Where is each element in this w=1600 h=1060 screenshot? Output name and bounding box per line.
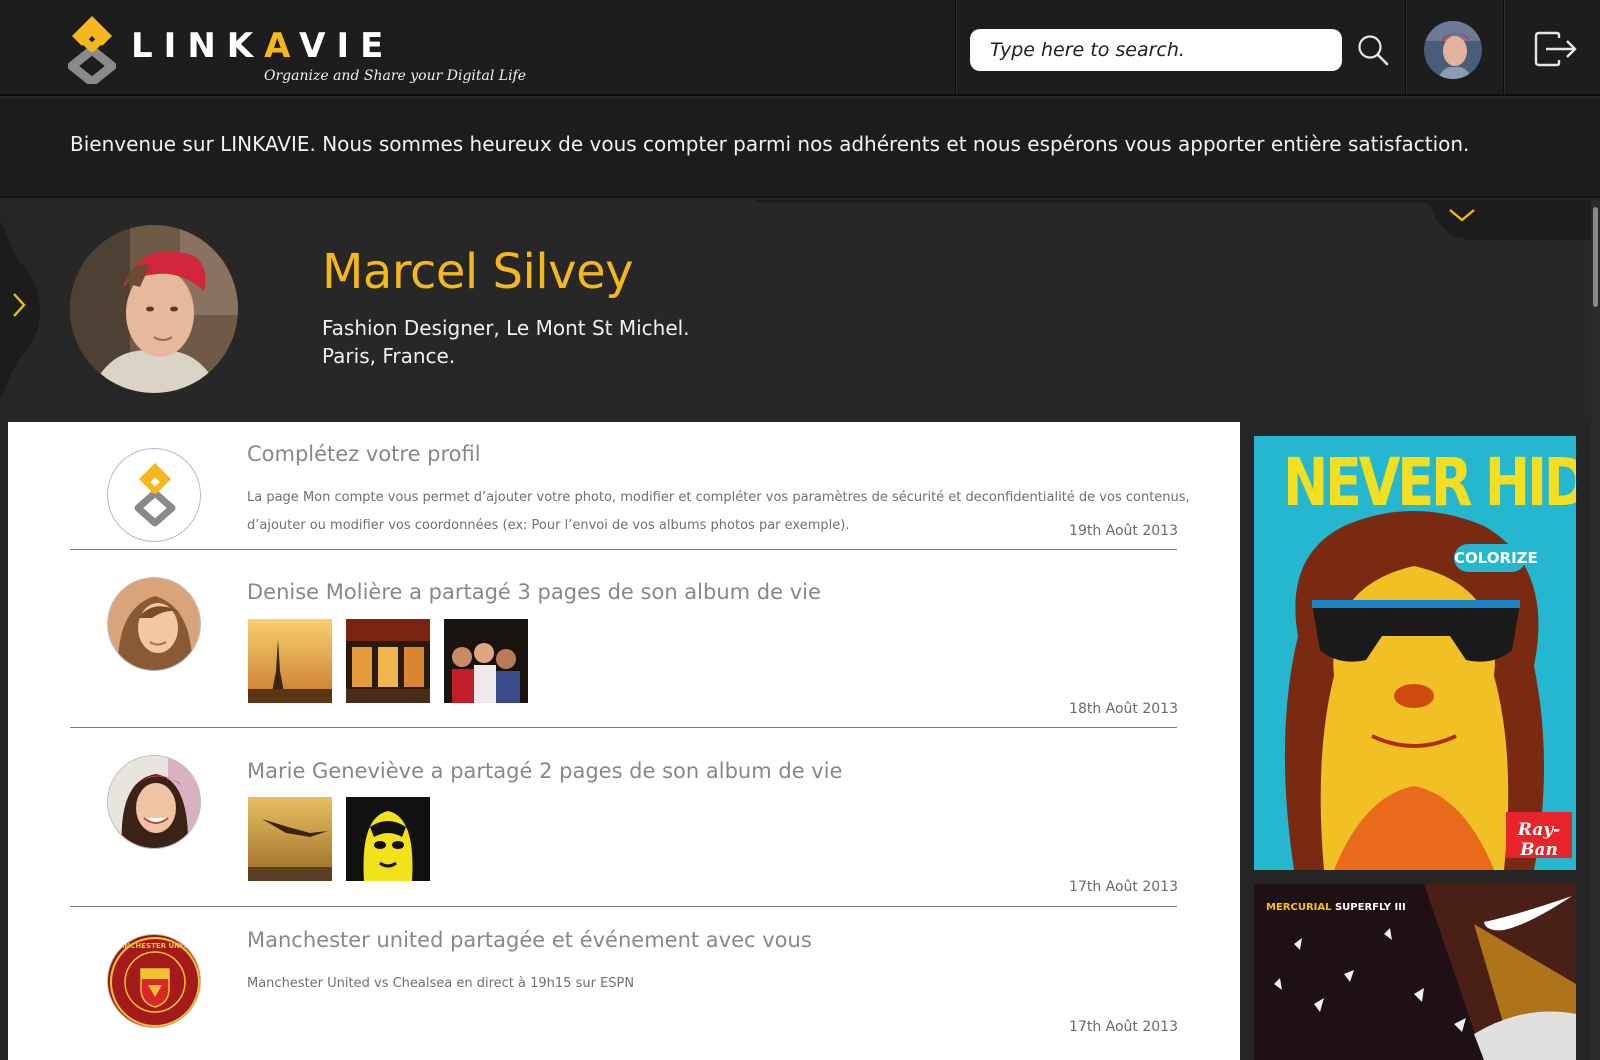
album-thumbnail-cafe[interactable] <box>346 619 430 703</box>
brand-name: LINKAVIE <box>131 26 395 66</box>
search-icon[interactable] <box>1355 32 1391 68</box>
chevron-down-icon[interactable] <box>1430 200 1494 240</box>
top-divider <box>1405 0 1407 94</box>
profile-occupation: Fashion Designer, Le Mont St Michel. <box>322 316 690 340</box>
top-bar: LINKAVIE Organize and Share your Digital… <box>0 0 1600 96</box>
scrollbar-thumb[interactable] <box>1593 207 1598 307</box>
sidebar-toggle[interactable] <box>0 220 42 400</box>
feed-item-title: Complétez votre profil <box>247 442 481 466</box>
linkavie-logo[interactable]: LINKAVIE Organize and Share your Digital… <box>68 12 526 92</box>
top-divider <box>1503 0 1505 94</box>
scrollbar-track <box>1591 200 1600 1060</box>
profile-name: Marcel Silvey <box>322 244 634 300</box>
welcome-banner: Bienvenue sur LINKAVIE. Nous sommes heur… <box>0 98 1600 198</box>
feed-divider <box>70 727 1177 728</box>
feed-item-body: Manchester United vs Chealsea en direct … <box>247 976 635 991</box>
ad-column: NEVER HIDE COLORIZE Ray-Ban MERCURIAL SU… <box>1240 422 1591 1060</box>
search-input[interactable] <box>990 39 1322 61</box>
brand-tagline: Organize and Share your Digital Life <box>264 68 527 84</box>
activity-feed: Complétez votre profil La page Mon compt… <box>8 422 1240 1060</box>
ad-rayban[interactable]: NEVER HIDE COLORIZE Ray-Ban <box>1254 436 1576 870</box>
ad-title: MERCURIAL SUPERFLY III <box>1266 902 1406 913</box>
search-box <box>970 29 1342 71</box>
ad-badge: COLORIZE <box>1454 544 1538 572</box>
user-avatar-photo <box>1424 21 1482 79</box>
feed-item-title: Manchester united partagée et événement … <box>247 928 812 952</box>
profile-location: Paris, France. <box>322 344 456 368</box>
rayban-logo: Ray-Ban <box>1506 812 1572 860</box>
album-thumbnail-portrait[interactable] <box>346 797 430 881</box>
profile-portrait <box>70 225 238 393</box>
crest-text: MANCHESTER UNITED <box>112 942 198 950</box>
album-thumbnail-diver[interactable] <box>248 797 332 881</box>
ad-nike[interactable]: MERCURIAL SUPERFLY III <box>1254 884 1576 1060</box>
feed-item-title: Denise Molière a partagé 3 pages de son … <box>247 580 821 604</box>
feed-item-date: 19th Août 2013 <box>1069 523 1178 539</box>
avatar <box>107 577 201 671</box>
album-thumbnail-friends[interactable] <box>444 619 528 703</box>
feed-divider <box>70 906 1177 907</box>
feed-item-date: 17th Août 2013 <box>1069 1019 1178 1035</box>
manchester-united-crest: MANCHESTER UNITED <box>107 934 201 1028</box>
feed-item-date: 18th Août 2013 <box>1069 701 1178 717</box>
profile-photo[interactable] <box>70 225 238 393</box>
logout-icon[interactable] <box>1533 30 1579 68</box>
user-avatar[interactable] <box>1424 21 1482 79</box>
logo-mark-icon <box>68 16 116 84</box>
feed-item-title: Marie Geneviève a partagé 2 pages de son… <box>247 759 843 783</box>
top-divider <box>955 0 957 94</box>
feed-item-date: 17th Août 2013 <box>1069 879 1178 895</box>
feed-item-body: La page Mon compte vous permet d’ajouter… <box>247 490 1190 533</box>
feed-divider <box>70 549 1177 550</box>
welcome-message: Bienvenue sur LINKAVIE. Nous sommes heur… <box>70 132 1470 156</box>
ad-headline: NEVER HIDE <box>1282 444 1576 521</box>
avatar <box>107 755 201 849</box>
album-thumbnail-eiffel[interactable] <box>248 619 332 703</box>
linkavie-icon <box>107 448 201 542</box>
